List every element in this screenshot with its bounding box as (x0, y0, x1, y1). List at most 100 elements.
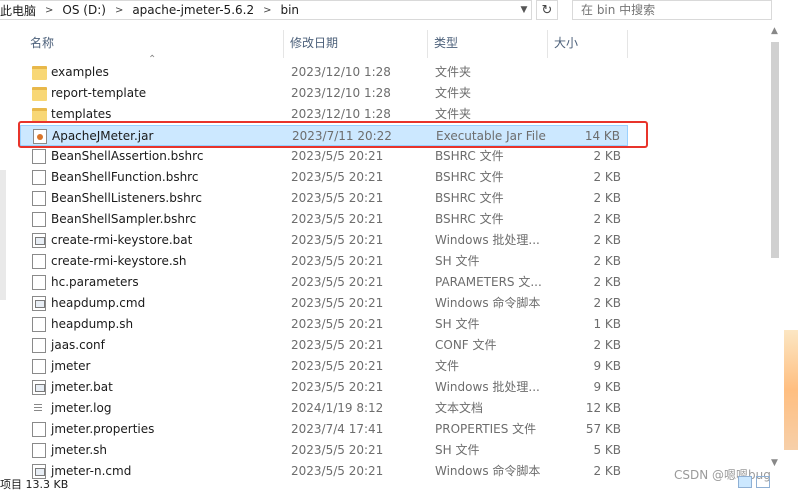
file-type: BSHRC 文件 (435, 149, 504, 163)
file-size: 1 KB (593, 317, 621, 331)
file-date: 2023/5/5 20:21 (291, 359, 384, 373)
file-date: 2023/12/10 1:28 (291, 86, 391, 100)
scrollbar-thumb[interactable] (771, 42, 779, 258)
script-file-icon (32, 296, 46, 311)
file-row[interactable]: BeanShellAssertion.bshrc 2023/5/5 20:21 BS… (20, 146, 628, 167)
file-name: BeanShellFunction.bshrc (51, 170, 199, 184)
file-icon (32, 317, 46, 332)
file-type: SH 文件 (435, 317, 480, 331)
file-row[interactable]: hc.parameters 2023/5/5 20:21 PARAMETERS 文.… (20, 272, 628, 293)
file-row[interactable]: create-rmi-keystore.bat 2023/5/5 20:21 Win… (20, 230, 628, 251)
file-size: 9 KB (593, 380, 621, 394)
script-file-icon (32, 380, 46, 395)
file-name: jmeter (51, 359, 91, 373)
file-row[interactable]: heapdump.sh 2023/5/5 20:21 SH 文件 1 KB (20, 314, 628, 335)
file-date: 2023/5/5 20:21 (291, 380, 384, 394)
navigation-pane-edge[interactable] (0, 170, 6, 300)
file-name: heapdump.cmd (51, 296, 146, 310)
scroll-down-icon[interactable]: ▼ (771, 458, 778, 468)
file-name: hc.parameters (51, 275, 139, 289)
file-date: 2023/5/5 20:21 (291, 191, 384, 205)
file-name: heapdump.sh (51, 317, 134, 331)
file-size: 2 KB (593, 191, 621, 205)
chevron-down-icon[interactable]: ▼ (514, 0, 534, 20)
scroll-up-icon[interactable]: ▲ (771, 26, 778, 36)
file-type: PARAMETERS 文... (435, 275, 542, 289)
file-type: 文件 (435, 359, 460, 373)
file-name: jmeter.sh (51, 443, 107, 457)
breadcrumb-this-pc[interactable]: 此电脑 (0, 2, 36, 19)
file-row[interactable]: jmeter.properties 2023/7/4 17:41 PROPERTIE… (20, 419, 628, 440)
breadcrumb-separator-icon[interactable]: > (115, 5, 123, 16)
column-header-date[interactable]: 修改日期 (284, 30, 428, 58)
file-name: BeanShellAssertion.bshrc (51, 149, 204, 163)
file-row[interactable]: examples 2023/12/10 1:28 文件夹 (20, 62, 628, 83)
file-size: 9 KB (593, 359, 621, 373)
file-row[interactable]: jmeter.bat 2023/5/5 20:21 Windows 批处理... 9 … (20, 377, 628, 398)
background-window-edge (784, 330, 798, 450)
search-input[interactable] (572, 0, 772, 20)
file-name: report-template (51, 86, 147, 100)
file-row[interactable]: BeanShellSampler.bshrc 2023/5/5 20:21 BSHR… (20, 209, 628, 230)
text-file-icon (32, 401, 46, 416)
file-type: 文件夹 (435, 86, 472, 100)
view-toggle (738, 476, 770, 488)
file-row[interactable]: jaas.conf 2023/5/5 20:21 CONF 文件 2 KB (20, 335, 628, 356)
file-type: BSHRC 文件 (435, 191, 504, 205)
file-icon (32, 338, 46, 353)
details-view-icon[interactable] (738, 476, 752, 488)
breadcrumb-drive[interactable]: OS (D:) (62, 3, 106, 17)
file-row[interactable]: BeanShellFunction.bshrc 2023/5/5 20:21 BSH… (20, 167, 628, 188)
file-row[interactable]: jmeter 2023/5/5 20:21 文件 9 KB (20, 356, 628, 377)
file-icon (32, 422, 46, 437)
file-date: 2023/5/5 20:21 (291, 149, 384, 163)
file-date: 2024/1/19 8:12 (291, 401, 384, 415)
file-size: 2 KB (593, 149, 621, 163)
file-size: 57 KB (585, 422, 621, 436)
folder-icon (32, 66, 47, 80)
address-bar[interactable]: 此电脑 > OS (D:) > apache-jmeter-5.6.2 > bi… (0, 0, 532, 20)
file-date: 2023/5/5 20:21 (291, 170, 384, 184)
file-row[interactable]: heapdump.cmd 2023/5/5 20:21 Windows 命令脚本 2 … (20, 293, 628, 314)
breadcrumb-jmeter-folder[interactable]: apache-jmeter-5.6.2 (132, 3, 254, 17)
file-date: 2023/12/10 1:28 (291, 65, 391, 79)
folder-icon (32, 87, 47, 101)
file-row[interactable]: jmeter.log 2024/1/19 8:12 文本文档 12 KB (20, 398, 628, 419)
breadcrumb-separator-icon[interactable]: > (45, 5, 53, 16)
file-row[interactable]: create-rmi-keystore.sh 2023/5/5 20:21 SH 文… (20, 251, 628, 272)
file-name: BeanShellListeners.bshrc (51, 191, 202, 205)
breadcrumb-bin[interactable]: bin (280, 3, 299, 17)
file-date: 2023/7/4 17:41 (291, 422, 384, 436)
file-icon (32, 170, 46, 185)
large-icons-view-icon[interactable] (756, 476, 770, 488)
refresh-icon[interactable]: ↻ (536, 0, 558, 20)
file-date: 2023/5/5 20:21 (291, 296, 384, 310)
vertical-scrollbar[interactable]: ▲ ▼ (768, 22, 782, 476)
file-row[interactable]: report-template 2023/12/10 1:28 文件夹 (20, 83, 628, 104)
file-type: Windows 命令脚本 (435, 296, 541, 310)
breadcrumb-separator-icon[interactable]: > (263, 5, 271, 16)
file-date: 2023/5/5 20:21 (291, 212, 384, 226)
file-name: examples (51, 65, 109, 79)
file-name: jmeter.bat (51, 380, 113, 394)
column-header-size[interactable]: 大小 (548, 30, 628, 58)
file-date: 2023/5/5 20:21 (291, 317, 384, 331)
address-row: 此电脑 > OS (D:) > apache-jmeter-5.6.2 > bi… (0, 0, 798, 22)
file-icon (32, 191, 46, 206)
file-type: 文件夹 (435, 65, 472, 79)
file-row[interactable]: jmeter.sh 2023/5/5 20:21 SH 文件 5 KB (20, 440, 628, 461)
file-size: 2 KB (593, 296, 621, 310)
file-size: 5 KB (593, 443, 621, 457)
file-size: 2 KB (593, 275, 621, 289)
file-name: jaas.conf (51, 338, 105, 352)
script-file-icon (32, 464, 46, 479)
file-size: 2 KB (593, 254, 621, 268)
file-name: create-rmi-keystore.sh (51, 254, 187, 268)
file-icon (32, 275, 46, 290)
file-row[interactable]: BeanShellListeners.bshrc 2023/5/5 20:21 BS… (20, 188, 628, 209)
file-date: 2023/5/5 20:21 (291, 338, 384, 352)
file-size: 2 KB (593, 338, 621, 352)
file-type: CONF 文件 (435, 338, 497, 352)
file-icon (32, 359, 46, 374)
column-header-type[interactable]: 类型 (428, 30, 548, 58)
